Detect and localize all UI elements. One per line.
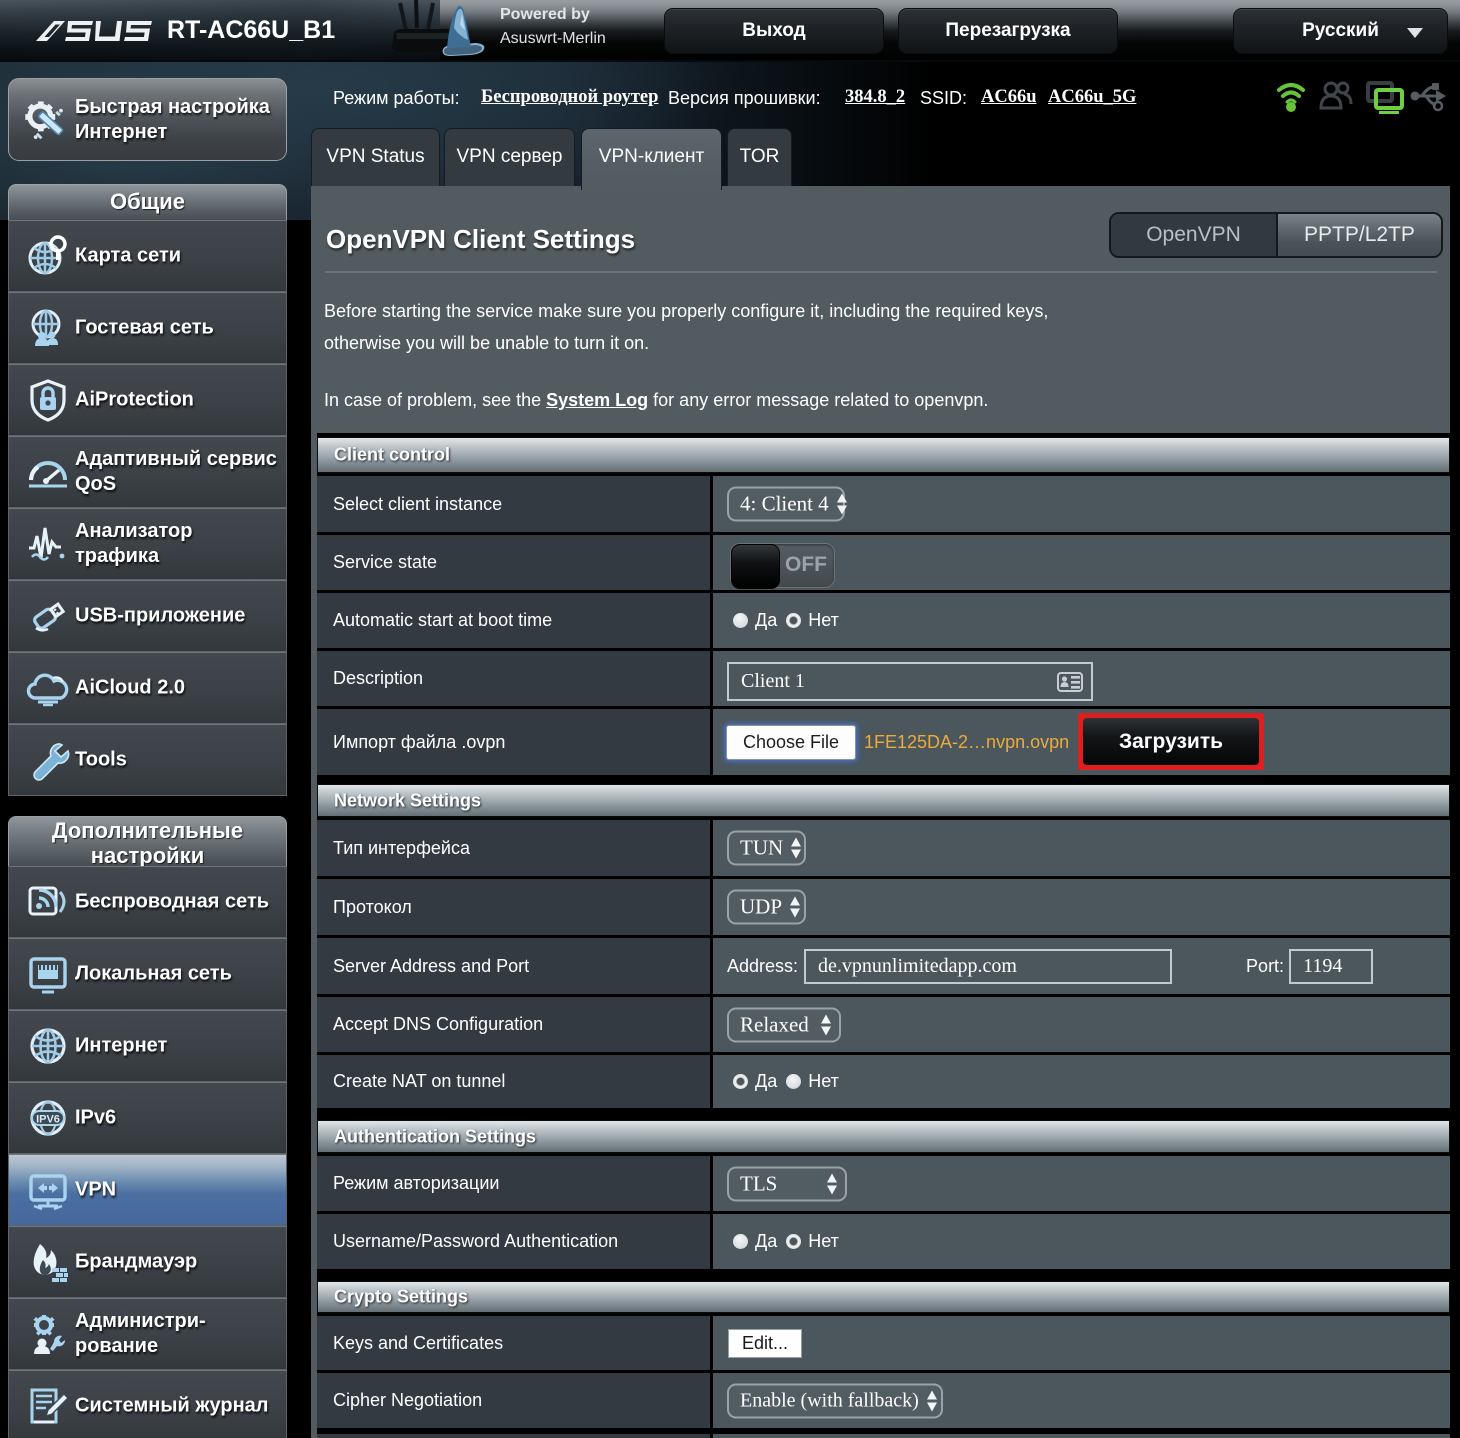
svg-text:IPV6: IPV6 [36,1114,60,1126]
